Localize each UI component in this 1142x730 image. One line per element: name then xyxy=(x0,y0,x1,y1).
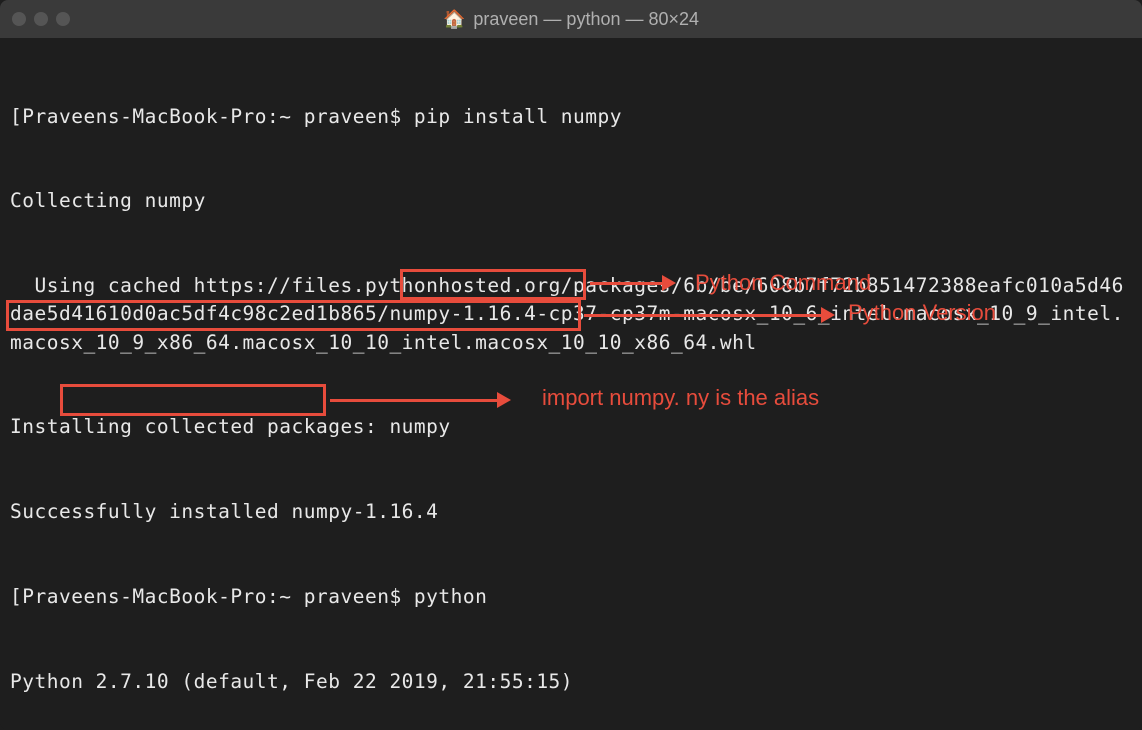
close-icon[interactable] xyxy=(12,12,26,26)
home-icon: 🏠 xyxy=(443,9,465,30)
terminal-line: Successfully installed numpy-1.16.4 xyxy=(10,498,1132,526)
annotation-label-import-numpy: import numpy. ny is the alias xyxy=(542,385,819,411)
command-text: python xyxy=(414,585,487,608)
window-title: 🏠 praveen — python — 80×24 xyxy=(443,9,699,30)
terminal-line: Python 2.7.10 (default, Feb 22 2019, 21:… xyxy=(10,668,1132,696)
shell-prompt: [Praveens-MacBook-Pro:~ praveen$ xyxy=(10,585,414,608)
terminal-line: [Praveens-MacBook-Pro:~ praveen$ pip ins… xyxy=(10,103,1132,131)
terminal-line: [Praveens-MacBook-Pro:~ praveen$ python xyxy=(10,583,1132,611)
terminal-content[interactable]: [Praveens-MacBook-Pro:~ praveen$ pip ins… xyxy=(0,38,1142,730)
terminal-window: 🏠 praveen — python — 80×24 [Praveens-Mac… xyxy=(0,0,1142,730)
annotation-label-python-version: Python Version xyxy=(848,300,996,326)
command-text: pip install numpy xyxy=(414,105,622,128)
shell-prompt: [Praveens-MacBook-Pro:~ praveen$ xyxy=(10,105,414,128)
window-titlebar: 🏠 praveen — python — 80×24 xyxy=(0,0,1142,38)
terminal-line: Collecting numpy xyxy=(10,187,1132,215)
minimize-icon[interactable] xyxy=(34,12,48,26)
terminal-line: Installing collected packages: numpy xyxy=(10,413,1132,441)
annotation-label-python-command: Python Command xyxy=(695,270,871,296)
window-title-text: praveen — python — 80×24 xyxy=(473,9,699,30)
maximize-icon[interactable] xyxy=(56,12,70,26)
traffic-lights xyxy=(12,12,70,26)
